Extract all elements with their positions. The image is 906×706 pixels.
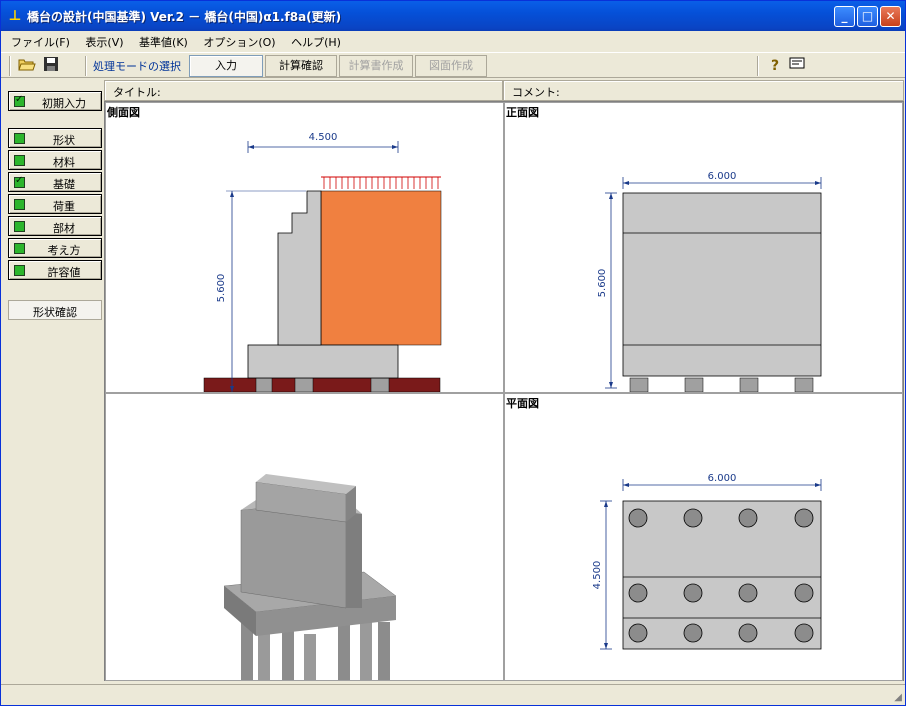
menu-bar: ファイル(F) 表示(V) 基準値(K) オプション(O) ヘルプ(H) xyxy=(1,31,905,51)
toolbar-separator-2 xyxy=(757,56,759,76)
check-icon xyxy=(14,94,25,107)
iso-3d-view-drawing xyxy=(223,474,397,680)
status-square-icon xyxy=(14,133,25,144)
sidebar-item-load[interactable]: 荷重 xyxy=(8,194,102,214)
menu-file[interactable]: ファイル(F) xyxy=(5,31,76,51)
front-width-dimension: 6.000 xyxy=(708,171,737,182)
menu-standard-values[interactable]: 基準値(K) xyxy=(133,31,194,51)
help-question-icon[interactable]: ? xyxy=(765,56,785,76)
toolbar-grip xyxy=(9,56,11,76)
mode-report-button[interactable]: 計算書作成 xyxy=(339,55,413,77)
mode-calc-check-button[interactable]: 計算確認 xyxy=(265,55,337,77)
status-square-icon xyxy=(14,199,25,210)
mode-input-button[interactable]: 入力 xyxy=(189,55,263,77)
plan-view-drawing: 6.000 4.500 xyxy=(592,473,822,650)
front-view-drawing: 6.000 5.600 xyxy=(597,171,822,392)
app-window: ⊥ 橋台の設計(中国基準) Ver.2 － 橋台(中国)α1.f8a(更新) _… xyxy=(0,0,906,706)
maximize-button[interactable]: □ xyxy=(857,6,878,27)
status-bar: ◢ xyxy=(1,684,905,705)
bridge-abutment-icon: ⊥ xyxy=(8,8,22,24)
toolbar-separator xyxy=(85,56,87,76)
front-height-dimension: 5.600 xyxy=(597,269,608,298)
sidebar-item-foundation[interactable]: 基礎 xyxy=(8,172,102,192)
comment-field-header: コメント: xyxy=(503,80,904,101)
folder-open-icon[interactable] xyxy=(17,56,37,76)
status-square-icon xyxy=(14,265,25,276)
title-label: タイトル: xyxy=(113,86,161,99)
mode-drawing-button[interactable]: 図面作成 xyxy=(415,55,487,77)
side-view-drawing: 4.500 5.600 xyxy=(203,132,442,392)
sidebar-item-shape[interactable]: 形状 xyxy=(8,128,102,148)
plan-height-dimension: 4.500 xyxy=(592,561,603,590)
side-width-dimension: 4.500 xyxy=(309,132,338,143)
sidebar-item-member[interactable]: 部材 xyxy=(8,216,102,236)
shape-confirm-button[interactable]: 形状確認 xyxy=(8,300,102,320)
info-card-icon[interactable] xyxy=(787,56,807,76)
sidebar-item-allowable[interactable]: 許容値 xyxy=(8,260,102,280)
floppy-disk-icon[interactable] xyxy=(41,56,61,76)
front-view-panel[interactable]: 正面図 6.000 5.600 xyxy=(504,102,903,393)
title-field-header: タイトル: xyxy=(104,80,503,101)
iso-3d-view-panel[interactable] xyxy=(105,393,504,681)
sidebar-item-approach[interactable]: 考え方 xyxy=(8,238,102,258)
status-square-icon xyxy=(14,155,25,166)
sidebar-item-material[interactable]: 材料 xyxy=(8,150,102,170)
plan-width-dimension: 6.000 xyxy=(708,473,737,484)
menu-view[interactable]: 表示(V) xyxy=(79,31,129,51)
menu-options[interactable]: オプション(O) xyxy=(197,31,281,51)
side-view-panel[interactable]: 側面図 4.500 5.600 xyxy=(105,102,504,393)
side-height-dimension: 5.600 xyxy=(216,274,227,303)
comment-label: コメント: xyxy=(512,86,560,99)
resize-grip-icon[interactable]: ◢ xyxy=(894,692,902,703)
minimize-button[interactable]: _ xyxy=(834,6,855,27)
status-square-icon xyxy=(14,243,25,254)
window-title: 橋台の設計(中国基準) Ver.2 － 橋台(中国)α1.f8a(更新) xyxy=(27,10,342,24)
check-icon xyxy=(14,175,25,188)
input-sidebar: 初期入力 形状 材料 基礎 荷重 部材 考え方 許容値 xyxy=(4,81,102,681)
close-button[interactable]: ✕ xyxy=(880,6,901,27)
mode-select-label: 処理モードの選択 xyxy=(93,60,181,73)
drawing-views-area: 側面図 4.500 5.600 正面図 6.000 5.600 平面図 6.00… xyxy=(104,101,904,681)
toolbar: 処理モードの選択 入力 計算確認 計算書作成 図面作成 ? xyxy=(1,52,905,78)
status-square-icon xyxy=(14,221,25,232)
plan-view-panel[interactable]: 平面図 6.000 4.500 xyxy=(504,393,903,681)
sidebar-item-initial-input[interactable]: 初期入力 xyxy=(8,91,102,111)
menu-help[interactable]: ヘルプ(H) xyxy=(285,31,347,51)
title-bar: ⊥ 橋台の設計(中国基準) Ver.2 － 橋台(中国)α1.f8a(更新) _… xyxy=(1,1,905,31)
